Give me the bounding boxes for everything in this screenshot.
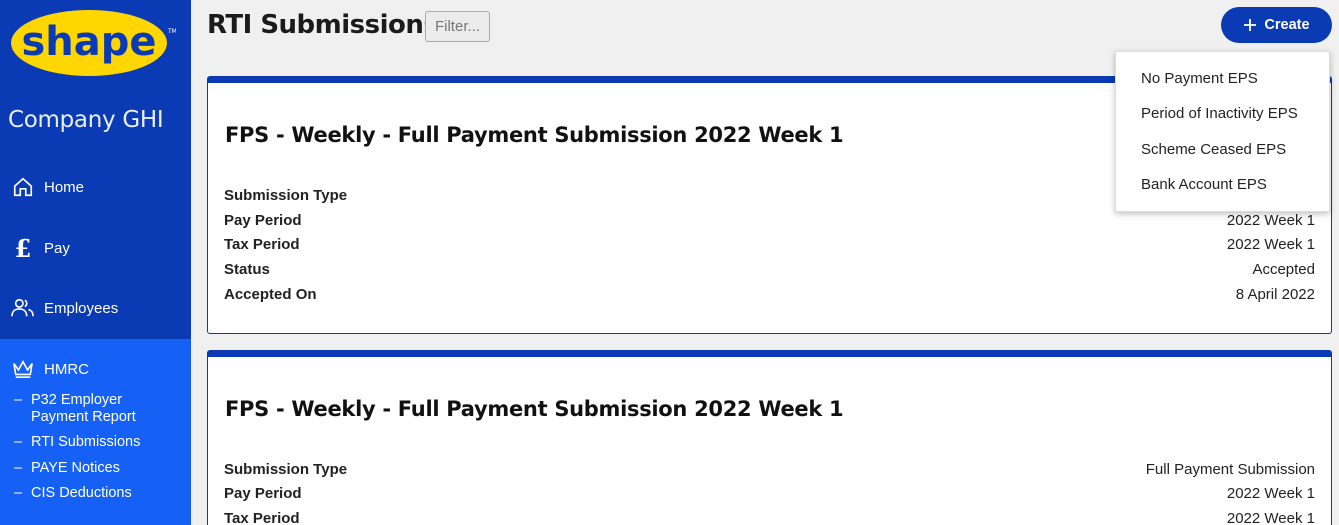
submission-title: FPS - Weekly - Full Payment Submission 2… (225, 123, 844, 147)
home-icon (0, 176, 44, 198)
sidebar-subitem-label: P32 Employer (31, 392, 123, 408)
menu-item-period-inactivity-eps[interactable]: Period of Inactivity EPS (1141, 105, 1298, 122)
sidebar-subitem-label: Payment Report (31, 409, 136, 425)
svg-text:TM: TM (167, 28, 176, 35)
field-row: Pay Period 2022 Week 1 (224, 485, 1315, 502)
sidebar-item-pay[interactable]: £ Pay (0, 228, 191, 268)
sidebar-item-label: HMRC (44, 360, 89, 378)
submission-title: FPS - Weekly - Full Payment Submission 2… (225, 397, 844, 421)
pound-icon: £ (14, 233, 32, 263)
field-row: Accepted On 8 April 2022 (224, 286, 1315, 303)
plus-icon (1244, 19, 1257, 31)
sidebar-subitem-rti[interactable]: – RTI Submissions (14, 434, 140, 451)
sidebar-item-label: Home (44, 178, 85, 196)
page-title: RTI Submissions (207, 10, 439, 40)
sidebar-subitem-cis[interactable]: – CIS Deductions (14, 485, 132, 502)
create-dropdown-menu: No Payment EPS Period of Inactivity EPS … (1115, 51, 1330, 212)
sidebar-item-label: Pay (44, 239, 70, 257)
sidebar-subitem-label: RTI Submissions (31, 434, 141, 450)
users-icon (0, 297, 44, 319)
sidebar-item-home[interactable]: Home (0, 167, 191, 207)
sidebar-subitem-paye[interactable]: – PAYE Notices (14, 460, 120, 477)
crown-icon (0, 359, 44, 379)
sidebar-item-label: Employees (44, 299, 119, 317)
field-row: Submission Type Full Payment Submission (224, 461, 1315, 478)
shape-logo[interactable]: shape TM (6, 7, 176, 79)
sidebar-subitem-label: CIS Deductions (31, 485, 132, 501)
hmrc-section: HMRC – P32 Employer Payment Report – RTI … (0, 339, 191, 525)
sidebar-subitem-p32[interactable]: – P32 Employer Payment Report (14, 392, 136, 426)
create-button-label: Create (1264, 17, 1310, 33)
submission-card[interactable]: FPS - Weekly - Full Payment Submission 2… (207, 350, 1332, 525)
sidebar-item-hmrc[interactable]: HMRC (0, 349, 191, 389)
field-row: Status Accepted (224, 261, 1315, 278)
sidebar-item-employees[interactable]: Employees (0, 288, 191, 328)
menu-item-no-payment-eps[interactable]: No Payment EPS (1141, 70, 1258, 87)
field-row: Tax Period 2022 Week 1 (224, 510, 1315, 525)
create-button[interactable]: Create (1221, 7, 1332, 43)
field-row: Tax Period 2022 Week 1 (224, 236, 1315, 253)
field-row: Pay Period 2022 Week 1 (224, 212, 1315, 229)
logo-text: shape (21, 19, 156, 65)
sidebar: shape TM Company GHI Home £ Pay Employee… (0, 0, 191, 525)
menu-item-scheme-ceased-eps[interactable]: Scheme Ceased EPS (1141, 141, 1286, 158)
company-name: Company GHI (8, 107, 164, 133)
sidebar-subitem-label: PAYE Notices (31, 460, 120, 476)
filter-input[interactable]: Filter... (425, 11, 490, 42)
menu-item-bank-account-eps[interactable]: Bank Account EPS (1141, 176, 1267, 193)
